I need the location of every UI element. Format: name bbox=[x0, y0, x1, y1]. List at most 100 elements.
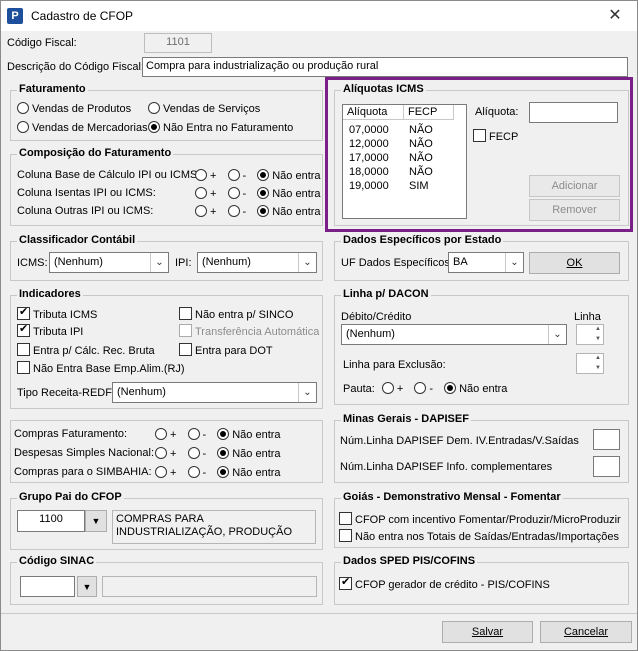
aliquotas-list[interactable]: Alíquota FECP 07,0000 NÃO 12,0000 NÃO 17… bbox=[342, 104, 467, 219]
entra-dot-checkbox[interactable]: Entra para DOT bbox=[179, 343, 273, 357]
faturamento-option-nao-entra[interactable]: Não Entra no Faturamento bbox=[148, 121, 293, 134]
radio-minus[interactable] bbox=[227, 169, 240, 181]
radio-button[interactable] bbox=[148, 102, 160, 114]
nao-entra-sinco-checkbox[interactable]: Não entra p/ SINCO bbox=[179, 307, 293, 321]
list-item[interactable]: 12,0000 bbox=[349, 137, 389, 151]
radio-plus[interactable] bbox=[195, 187, 207, 199]
ipi-select[interactable]: (Nenhum) ⌄ bbox=[197, 252, 317, 273]
radio-plus[interactable] bbox=[195, 169, 207, 181]
composicao-title: Composição do Faturamento bbox=[17, 147, 174, 159]
col-header-aliquota[interactable]: Alíquota bbox=[343, 105, 404, 120]
radio-nao-entra[interactable] bbox=[217, 466, 230, 478]
radio-minus[interactable] bbox=[414, 382, 427, 394]
faturamento-title: Faturamento bbox=[17, 83, 88, 95]
sinac-dropdown-button[interactable]: ▼ bbox=[77, 576, 97, 597]
composicao-row-options[interactable]: + - Não entra bbox=[195, 187, 321, 200]
faturamento-option-produtos[interactable]: Vendas de Produtos bbox=[17, 102, 131, 115]
remover-button[interactable]: Remover bbox=[529, 199, 620, 221]
radio-plus[interactable] bbox=[155, 428, 167, 440]
radio-nao-entra[interactable] bbox=[444, 382, 457, 394]
compras-row-options[interactable]: + - Não entra bbox=[155, 428, 281, 441]
composicao-row-options[interactable]: + - Não entra bbox=[195, 205, 321, 218]
uf-label: UF Dados Específicos: bbox=[341, 257, 453, 269]
spin-up-icon: ▲ bbox=[595, 355, 601, 361]
radio-plus[interactable] bbox=[155, 466, 167, 478]
compras-row-options[interactable]: + - Não entra bbox=[155, 447, 281, 460]
title-bar[interactable]: P Cadastro de CFOP ✕ bbox=[1, 1, 637, 31]
list-item[interactable]: 17,0000 bbox=[349, 151, 389, 165]
radio-minus[interactable] bbox=[187, 466, 200, 478]
radio-minus[interactable] bbox=[187, 428, 200, 440]
adicionar-button[interactable]: Adicionar bbox=[529, 175, 620, 197]
sinac-title: Código SINAC bbox=[17, 555, 97, 567]
descricao-field[interactable]: Compra para industrialização ou produção… bbox=[142, 57, 628, 77]
aliquota-input[interactable] bbox=[529, 102, 618, 123]
radio-plus[interactable] bbox=[195, 205, 207, 217]
composicao-row-options[interactable]: + - Não entra bbox=[195, 169, 321, 182]
checkbox-checked bbox=[17, 305, 30, 320]
linha-spinner[interactable]: ▲ ▼ bbox=[576, 324, 604, 345]
compras-row-options[interactable]: + - Não entra bbox=[155, 466, 281, 479]
radio-minus[interactable] bbox=[227, 205, 240, 217]
nao-entra-base-checkbox[interactable]: Não Entra Base Emp.Alim.(RJ) bbox=[17, 361, 185, 375]
dapisef-entradas-input[interactable] bbox=[593, 429, 620, 450]
radio-minus[interactable] bbox=[187, 447, 200, 459]
faturamento-option-mercadorias[interactable]: Vendas de Mercadorias bbox=[17, 121, 148, 134]
goias-title: Goiás - Demonstrativo Mensal - Fomentar bbox=[341, 491, 563, 503]
compras-row-label: Despesas Simples Nacional: bbox=[14, 447, 155, 459]
close-icon[interactable]: ✕ bbox=[593, 1, 637, 31]
ok-button[interactable]: OK bbox=[529, 252, 620, 274]
uf-select[interactable]: BA ⌄ bbox=[448, 252, 524, 273]
codigo-fiscal-label: Código Fiscal: bbox=[7, 37, 77, 49]
cfop-dialog: P Cadastro de CFOP ✕ Código Fiscal: 1101… bbox=[0, 0, 638, 651]
cfop-incentivo-checkbox[interactable]: CFOP com incentivo Fomentar/Produzir/Mic… bbox=[339, 512, 621, 526]
tipo-receita-select[interactable]: (Nenhum) ⌄ bbox=[112, 382, 317, 403]
fecp-checkbox[interactable]: FECP bbox=[473, 129, 518, 143]
radio-nao-entra[interactable] bbox=[257, 187, 270, 199]
radio-nao-entra[interactable] bbox=[217, 428, 230, 440]
pauta-label: Pauta: bbox=[343, 383, 375, 395]
gerador-credito-checkbox[interactable]: CFOP gerador de crédito - PIS/COFINS bbox=[339, 575, 550, 591]
dapisef-entradas-label: Núm.Linha DAPISEF Dem. IV.Entradas/V.Saí… bbox=[340, 435, 579, 447]
app-logo-icon: P bbox=[7, 8, 23, 24]
tributa-ipi-checkbox[interactable]: Tributa IPI bbox=[17, 322, 83, 338]
minas-group: Minas Gerais - DAPISEF bbox=[334, 413, 629, 483]
radio-nao-entra[interactable] bbox=[257, 169, 270, 181]
radio-plus[interactable] bbox=[381, 382, 394, 394]
radio-button[interactable] bbox=[17, 102, 29, 114]
grupo-pai-code-field[interactable]: 1100 bbox=[17, 510, 85, 532]
faturamento-option-servicos[interactable]: Vendas de Serviços bbox=[148, 102, 260, 115]
cancelar-button[interactable]: Cancelar bbox=[540, 621, 632, 643]
grupo-pai-dropdown-button[interactable]: ▼ bbox=[85, 510, 107, 532]
debito-select[interactable]: (Nenhum) ⌄ bbox=[341, 324, 567, 345]
exclusao-spinner[interactable]: ▲ ▼ bbox=[576, 353, 604, 374]
col-header-fecp[interactable]: FECP bbox=[404, 105, 454, 120]
sinac-description bbox=[102, 576, 317, 597]
entra-calc-checkbox[interactable]: Entra p/ Cálc. Rec. Bruta bbox=[17, 343, 155, 357]
radio-button-selected[interactable] bbox=[148, 121, 160, 133]
list-item[interactable]: 18,0000 bbox=[349, 165, 389, 179]
list-item[interactable]: 07,0000 bbox=[349, 123, 389, 137]
radio-nao-entra[interactable] bbox=[217, 447, 230, 459]
salvar-button[interactable]: Salvar bbox=[442, 621, 533, 643]
composicao-row-label: Coluna Isentas IPI ou ICMS: bbox=[17, 187, 156, 199]
debito-label: Débito/Crédito bbox=[341, 311, 412, 323]
icms-select[interactable]: (Nenhum) ⌄ bbox=[49, 252, 169, 273]
chevron-down-icon: ⌄ bbox=[150, 253, 168, 272]
dapisef-info-label: Núm.Linha DAPISEF Info. complementares bbox=[340, 461, 553, 473]
minas-title: Minas Gerais - DAPISEF bbox=[341, 413, 471, 425]
sinac-code-field[interactable] bbox=[20, 576, 75, 597]
pauta-row[interactable]: Pauta: + - Não entra bbox=[343, 382, 507, 395]
radio-button[interactable] bbox=[17, 121, 29, 133]
radio-minus[interactable] bbox=[227, 187, 240, 199]
chevron-down-icon: ⌄ bbox=[505, 253, 523, 272]
list-item[interactable]: 19,0000 bbox=[349, 179, 389, 193]
list-item-fecp: SIM bbox=[409, 180, 429, 192]
chevron-down-icon: ⌄ bbox=[298, 253, 316, 272]
nao-entra-totais-checkbox[interactable]: Não entra nos Totais de Saídas/Entradas/… bbox=[339, 529, 619, 543]
tributa-icms-checkbox[interactable]: Tributa ICMS bbox=[17, 305, 97, 321]
dapisef-info-input[interactable] bbox=[593, 456, 620, 477]
radio-plus[interactable] bbox=[155, 447, 167, 459]
radio-nao-entra[interactable] bbox=[257, 205, 270, 217]
checkbox bbox=[17, 343, 30, 356]
